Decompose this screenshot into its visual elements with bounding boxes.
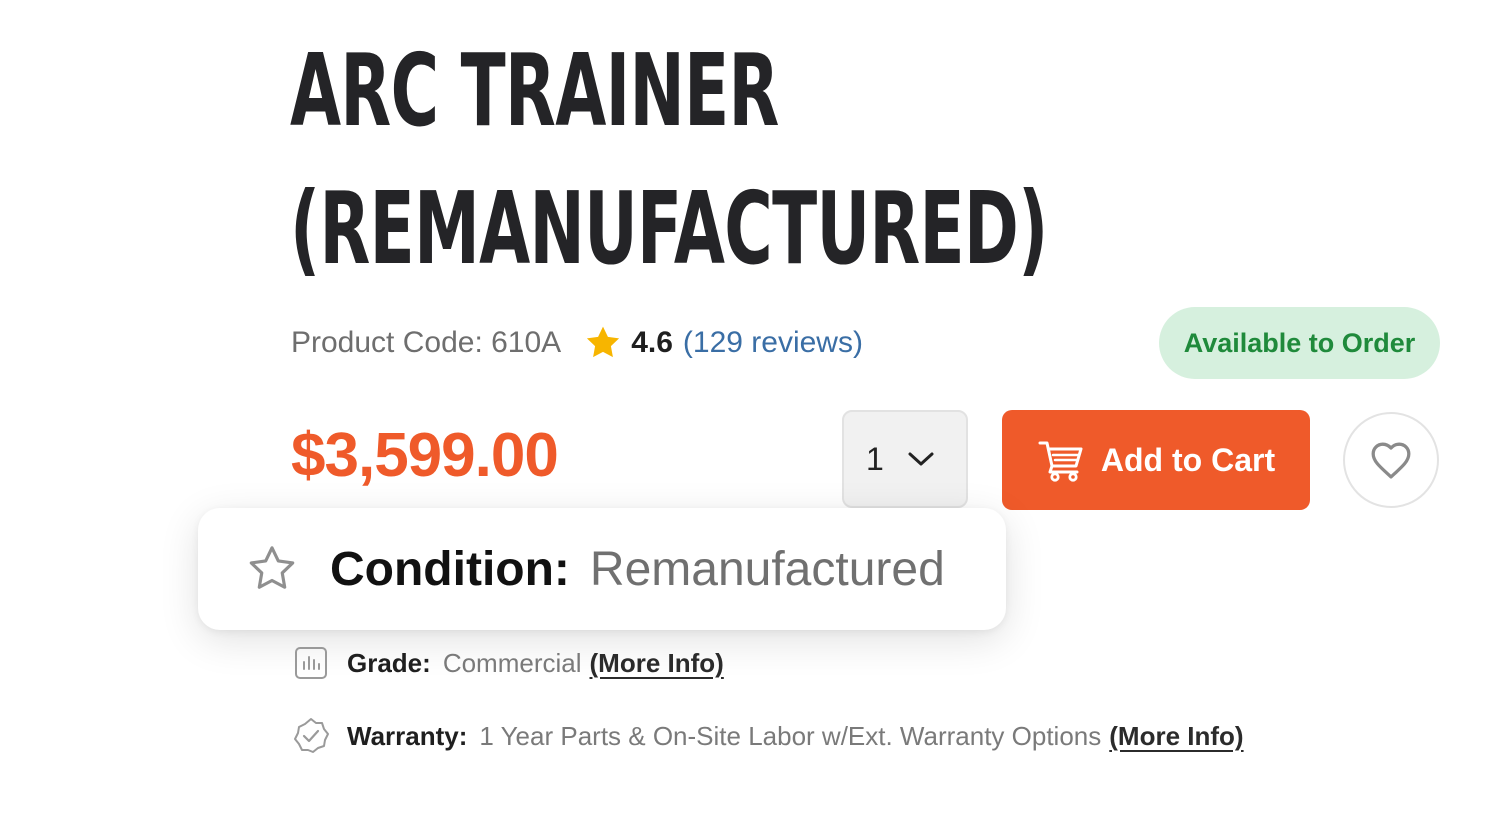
spec-label: Warranty: xyxy=(347,720,468,751)
product-meta: Product Code: 610A 4.6 (129 reviews) xyxy=(291,318,863,368)
reviews-link[interactable]: (129 reviews) xyxy=(683,326,863,360)
spec-value: 1 Year Parts & On-Site Labor w/Ext. Warr… xyxy=(479,720,1102,751)
badge-check-icon xyxy=(291,716,331,756)
bar-chart-icon xyxy=(291,643,331,683)
quantity-value: 1 xyxy=(866,440,884,477)
spec-row-grade: Grade: Commercial (More Info) xyxy=(291,643,724,683)
star-filled-icon xyxy=(583,323,623,363)
quantity-select[interactable]: 1 xyxy=(842,410,968,508)
heart-icon xyxy=(1369,440,1413,480)
rating-value: 4.6 xyxy=(631,326,673,359)
availability-badge: Available to Order xyxy=(1159,307,1440,379)
grade-more-info-link[interactable]: (More Info) xyxy=(590,648,724,679)
product-title-line-1: ARC TRAINER xyxy=(290,32,779,149)
shopping-cart-icon xyxy=(1037,438,1085,482)
star-outline-icon xyxy=(244,542,300,596)
condition-value: Remanufactured xyxy=(589,542,945,596)
condition-label: Condition: xyxy=(330,542,570,596)
wishlist-button[interactable] xyxy=(1343,412,1439,508)
spec-row-warranty: Warranty: 1 Year Parts & On-Site Labor w… xyxy=(291,716,1244,756)
product-title: ARC TRAINER (REMANUFACTURED) xyxy=(290,22,1048,298)
product-title-line-2: (REMANUFACTURED) xyxy=(290,170,1048,287)
product-code: Product Code: 610A xyxy=(291,326,562,359)
product-page: ARC TRAINER (REMANUFACTURED) Product Cod… xyxy=(0,0,1500,837)
add-to-cart-label: Add to Cart xyxy=(1100,441,1276,478)
add-to-cart-button[interactable]: Add to Cart xyxy=(1002,410,1310,510)
warranty-more-info-link[interactable]: (More Info) xyxy=(1109,721,1243,752)
product-price: $3,599.00 xyxy=(291,421,559,490)
condition-card: Condition: Remanufactured xyxy=(198,508,1006,630)
chevron-down-icon xyxy=(906,449,936,469)
spec-label: Grade: xyxy=(347,647,431,678)
spec-value: Commercial xyxy=(442,647,582,678)
